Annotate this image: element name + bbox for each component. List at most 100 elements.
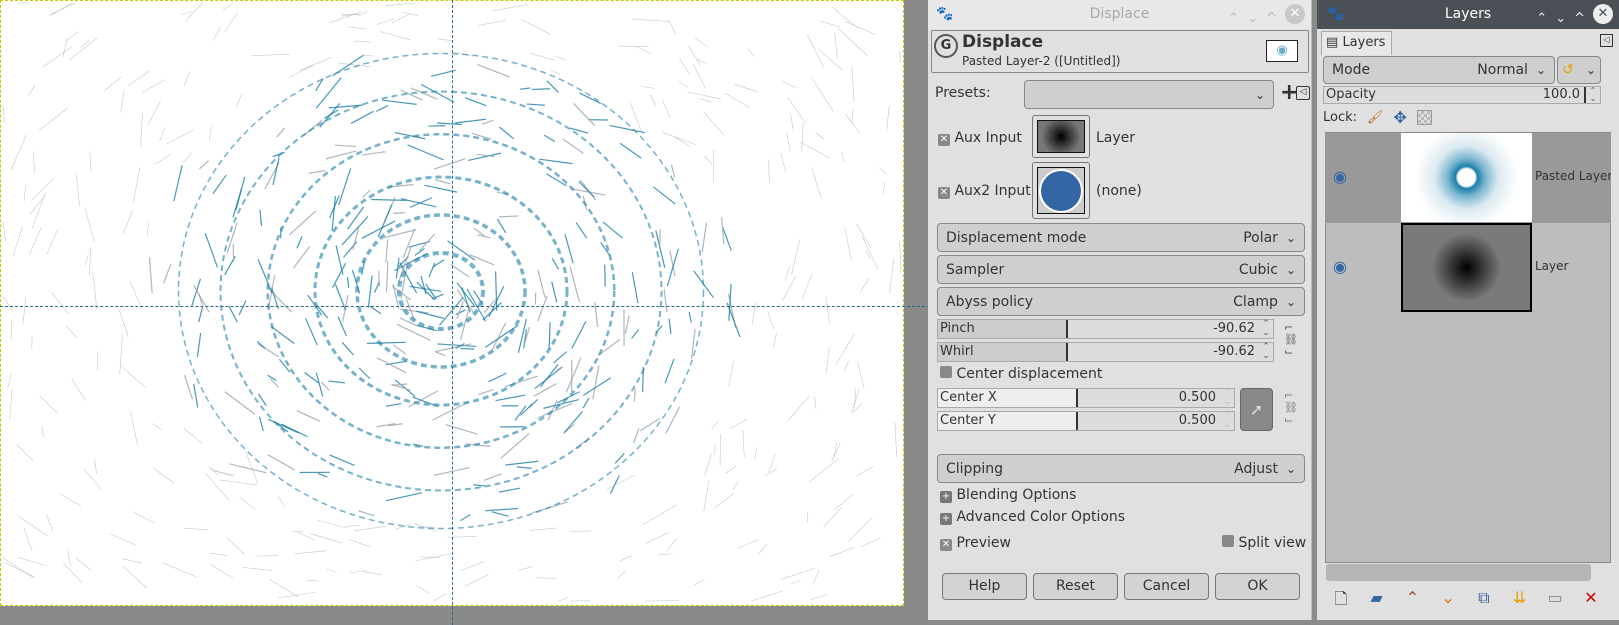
mesh-line — [811, 77, 834, 112]
advanced-color-options-label: Advanced Color Options — [956, 509, 1126, 525]
aux2-input-checkbox[interactable]: ✕ Aux2 Input — [938, 183, 1031, 199]
chain-link-icon[interactable]: ⌐ ⛓ ⌙ — [1284, 322, 1298, 358]
mesh-line — [785, 265, 790, 281]
mesh-line — [46, 230, 58, 255]
eye-visibility-icon[interactable]: ◉ — [1333, 257, 1347, 276]
center-y-spinscale[interactable]: Center Y 0.500 ⌃ ⌄ — [937, 411, 1235, 431]
mesh-line — [127, 70, 150, 87]
aux-input-button[interactable] — [1032, 115, 1090, 158]
tab-layers[interactable]: ▤ Layers — [1321, 31, 1392, 55]
blending-options-expander[interactable]: + Blending Options — [940, 487, 1076, 503]
opacity-value: 100.0 — [1376, 87, 1586, 103]
mesh-line — [898, 242, 902, 258]
new-layer-group-icon[interactable]: ▰ — [1367, 588, 1387, 615]
clipping-combo[interactable]: Clipping Adjust ⌄ — [937, 454, 1305, 483]
mesh-line — [277, 591, 317, 599]
swirl-ring — [313, 175, 569, 407]
mode-combo[interactable]: Mode Normal ⌄ — [1323, 56, 1555, 84]
center-x-spinscale[interactable]: Center X 0.500 ⌃ ⌄ — [937, 388, 1235, 408]
aux-input-checkbox[interactable]: ✕ Aux Input — [938, 130, 1022, 146]
pinch-spinscale[interactable]: Pinch -90.62 ⌃ ⌄ — [937, 319, 1274, 339]
center-displacement-checkbox[interactable]: Center displacement — [940, 366, 1102, 382]
keep-above-icon[interactable]: ⌃ — [1228, 4, 1239, 33]
help-button[interactable]: Help — [942, 573, 1027, 600]
mesh-line — [407, 144, 444, 161]
mesh-line — [806, 511, 809, 523]
preview-checkbox[interactable]: ✕ Preview — [940, 535, 1011, 551]
mesh-line — [548, 322, 551, 350]
mesh-line — [848, 516, 873, 542]
horizontal-scrollbar[interactable] — [1326, 564, 1591, 581]
mesh-line — [728, 360, 734, 386]
new-layer-icon[interactable]: 🗋 — [1331, 588, 1351, 615]
mesh-line — [619, 555, 632, 562]
displacement-mode-combo[interactable]: Displacement mode Polar ⌄ — [937, 223, 1305, 252]
keep-above-icon[interactable]: ⌃ — [1536, 4, 1547, 33]
mesh-line — [758, 543, 768, 554]
chevron-down-icon: ⌄ — [1285, 262, 1296, 277]
layer-row-layer[interactable]: ◉ Layer — [1325, 223, 1611, 313]
mesh-line — [435, 179, 452, 185]
spin-arrows-icon[interactable]: ⌃ ⌄ — [1259, 343, 1273, 361]
raise-layer-icon[interactable]: ⌃ — [1402, 588, 1422, 615]
spin-arrows-icon[interactable]: ⌃ ⌄ — [1220, 412, 1234, 430]
composite-mode-button[interactable]: ↺ ⌄ — [1557, 56, 1601, 84]
layer-name: Pasted Layer — [1535, 169, 1611, 183]
ok-button[interactable]: OK — [1215, 573, 1300, 600]
split-view-checkbox[interactable]: Split view — [1222, 535, 1306, 551]
opacity-spinscale[interactable]: Opacity 100.0 ⌃ ⌄ — [1323, 86, 1601, 104]
mesh-line — [537, 269, 546, 298]
spin-arrows-icon[interactable]: ⌃ ⌄ — [1586, 87, 1600, 103]
advanced-color-options-expander[interactable]: + Advanced Color Options — [940, 509, 1125, 525]
close-icon[interactable]: ✕ — [1285, 4, 1305, 24]
minimize-icon[interactable]: ⌄ — [1247, 4, 1258, 33]
mesh-line — [335, 245, 344, 275]
spin-arrows-icon[interactable]: ⌃ ⌄ — [1220, 389, 1234, 407]
mesh-line — [224, 12, 239, 32]
mesh-line — [558, 597, 569, 602]
lock-pixels-icon[interactable]: 🖌 — [1367, 110, 1384, 125]
merge-down-icon[interactable]: ⇊ — [1510, 588, 1530, 615]
tab-menu-icon[interactable]: ◁ — [1600, 34, 1613, 47]
mesh-line — [851, 66, 855, 102]
mesh-line — [182, 152, 192, 163]
delete-layer-icon[interactable]: ✕ — [1581, 588, 1601, 615]
mesh-line — [289, 64, 314, 78]
sampler-combo[interactable]: Sampler Cubic ⌄ — [937, 255, 1305, 284]
layer-row-pasted-layer[interactable]: ◉ Pasted Layer — [1325, 133, 1611, 223]
minimize-icon[interactable]: ⌄ — [1555, 4, 1566, 33]
close-icon[interactable]: ✕ — [1593, 4, 1613, 24]
reset-button[interactable]: Reset — [1033, 573, 1118, 600]
mesh-line — [18, 516, 48, 537]
eye-visibility-icon[interactable]: ◉ — [1333, 167, 1347, 186]
mesh-line — [2, 221, 6, 242]
preset-menu-icon[interactable]: ◁ — [1296, 86, 1310, 100]
spin-arrows-icon[interactable]: ⌃ ⌄ — [1259, 320, 1273, 338]
lower-layer-icon[interactable]: ⌄ — [1438, 588, 1458, 615]
mesh-line — [296, 410, 321, 422]
lock-alpha-icon[interactable] — [1416, 110, 1432, 125]
mesh-line — [582, 397, 590, 409]
mesh-line — [276, 127, 286, 138]
mesh-line — [445, 424, 478, 435]
mesh-line — [153, 467, 174, 484]
whirl-spinscale[interactable]: Whirl -90.62 ⌃ ⌄ — [937, 342, 1274, 362]
mesh-line — [88, 247, 92, 277]
chain-link-icon[interactable]: ⌐ ⛓ ⌙ — [1284, 390, 1298, 426]
aux2-input-button[interactable] — [1032, 162, 1090, 219]
mesh-line — [193, 384, 199, 408]
lock-position-icon[interactable]: ✥ — [1394, 108, 1407, 127]
mesh-line — [19, 557, 46, 566]
maximize-icon[interactable]: ^ — [1574, 4, 1585, 33]
add-mask-icon[interactable]: ▭ — [1545, 588, 1565, 615]
mesh-line — [350, 110, 374, 124]
pick-center-button[interactable]: ➚ — [1240, 388, 1273, 431]
mesh-line — [186, 2, 203, 20]
duplicate-layer-icon[interactable]: ⧉ — [1474, 588, 1494, 615]
mesh-line — [575, 222, 588, 239]
abyss-policy-combo[interactable]: Abyss policy Clamp ⌄ — [937, 287, 1305, 316]
presets-combo[interactable]: ⌄ — [1024, 80, 1274, 109]
maximize-icon[interactable]: ^ — [1266, 4, 1277, 33]
mesh-line — [790, 580, 801, 585]
cancel-button[interactable]: Cancel — [1124, 573, 1209, 600]
